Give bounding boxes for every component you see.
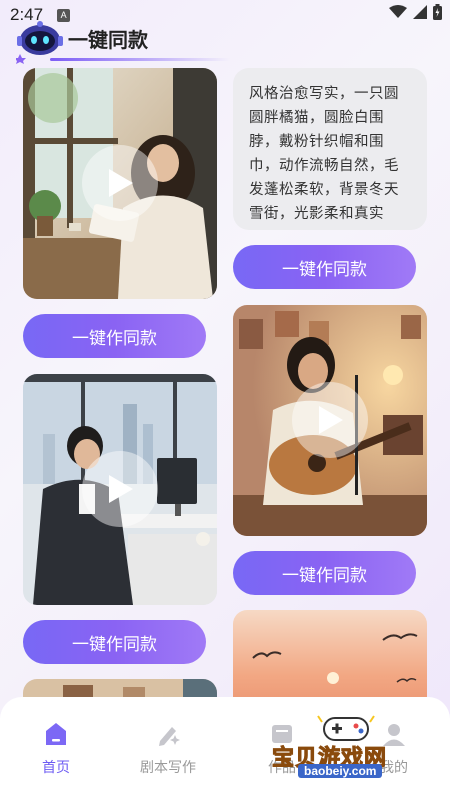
nav-item-script-writing[interactable]: 剧本写作: [128, 721, 208, 777]
play-button[interactable]: [292, 382, 368, 458]
make-same-button[interactable]: 一键作同款: [23, 314, 206, 358]
watermark-url: baobeiy.com: [298, 764, 383, 778]
title-underline: [50, 58, 230, 61]
watermark: 宝贝游戏网 baobeiy.com: [271, 712, 422, 782]
play-button[interactable]: [82, 451, 158, 527]
prompt-text: 风格治愈写实，一只圆圆胖橘猫，圆脸白围脖，戴粉针织帽和围巾，动作流畅自然，毛发蓬…: [249, 86, 399, 222]
pen-sparkle-icon: [159, 727, 180, 746]
make-same-button[interactable]: 一键作同款: [233, 551, 416, 595]
play-icon: [109, 475, 133, 503]
nav-item-home[interactable]: 首页: [16, 721, 96, 777]
wifi-icon: [389, 5, 407, 18]
play-icon: [109, 169, 133, 197]
play-button[interactable]: [82, 145, 158, 221]
signal-icon: [413, 5, 427, 19]
video-card-man-working[interactable]: [23, 374, 217, 605]
prompt-text-card[interactable]: 风格治愈写实，一只圆圆胖橘猫，圆脸白围脖，戴粉针织帽和围巾，动作流畅自然，毛发蓬…: [233, 68, 427, 230]
video-card-woman-guitar[interactable]: [233, 305, 427, 536]
nav-label-script-writing: 剧本写作: [140, 760, 196, 776]
nav-label-home: 首页: [42, 760, 70, 776]
page-title: 一键同款: [68, 30, 148, 52]
video-card-woman-reading[interactable]: [23, 68, 217, 299]
make-same-button[interactable]: 一键作同款: [233, 245, 416, 289]
make-same-button[interactable]: 一键作同款: [23, 620, 206, 664]
play-icon: [319, 406, 343, 434]
app-header: 一键同款: [0, 18, 450, 64]
home-icon: [46, 723, 66, 745]
